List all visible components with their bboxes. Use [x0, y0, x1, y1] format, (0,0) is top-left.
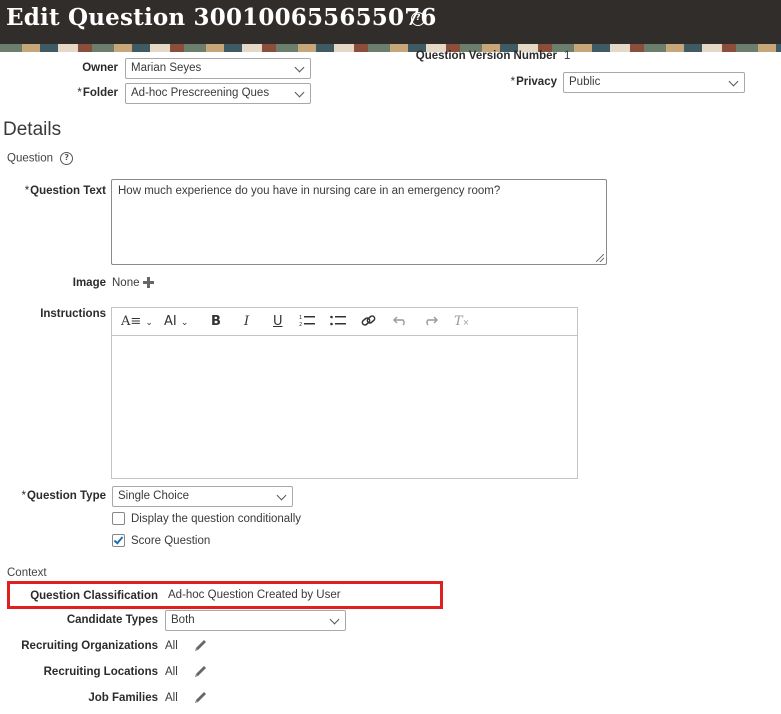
version-value: 1	[564, 50, 571, 62]
display-conditionally-checkbox[interactable]	[112, 512, 125, 525]
page-title: Edit Question 300100655655076	[6, 4, 437, 31]
owner-select[interactable]: Marian Seyes	[125, 58, 311, 79]
score-question-checkbox[interactable]	[112, 534, 125, 547]
plus-icon[interactable]	[142, 277, 154, 289]
question-type-value: Single Choice	[118, 490, 189, 502]
svg-text:1: 1	[299, 315, 302, 321]
image-value-row: None	[112, 277, 154, 289]
privacy-value: Public	[569, 76, 601, 88]
chevron-down-icon	[728, 76, 739, 87]
svg-text:2: 2	[299, 322, 302, 328]
image-value: None	[112, 277, 140, 289]
question-text-field[interactable]: How much experience do you have in nursi…	[111, 179, 607, 265]
chevron-down-icon	[294, 62, 305, 73]
help-icon[interactable]: ?	[60, 152, 74, 165]
job-families-value: All	[165, 692, 178, 704]
recruiting-locations-value: All	[165, 666, 178, 678]
question-classification-value: Ad-hoc Question Created by User	[168, 589, 341, 601]
owner-value: Marian Seyes	[131, 62, 202, 74]
owner-label: Owner	[82, 62, 118, 74]
candidate-types-value: Both	[171, 614, 195, 626]
recruiting-locations-label: Recruiting Locations	[43, 666, 158, 678]
folder-select[interactable]: Ad-hoc Prescreening Ques	[125, 83, 311, 104]
help-icon[interactable]: ?	[411, 12, 425, 26]
bulleted-list-icon[interactable]	[330, 314, 346, 332]
recruiting-organizations-label: Recruiting Organizations	[21, 640, 158, 652]
question-type-label: *Question Type	[21, 490, 106, 502]
privacy-label: *Privacy	[510, 76, 557, 88]
question-subsection-title: Question ?	[7, 152, 74, 165]
details-section-title: Details	[3, 119, 62, 140]
numbered-list-icon[interactable]: 12	[299, 314, 315, 332]
link-icon[interactable]	[361, 314, 376, 332]
italic-icon[interactable]: I	[244, 314, 249, 329]
display-conditionally-label: Display the question conditionally	[131, 513, 302, 525]
question-classification-label: Question Classification	[30, 590, 158, 602]
instructions-label: Instructions	[40, 308, 106, 320]
bold-icon[interactable]: B	[211, 314, 221, 329]
editor-toolbar: A≡ ⌄ AI ⌄ B I U 12 T×	[112, 308, 577, 336]
resize-handle-icon[interactable]	[596, 254, 604, 262]
underline-icon[interactable]: U	[273, 314, 283, 329]
folder-label: *Folder	[77, 87, 118, 99]
question-text-value: How much experience do you have in nursi…	[118, 185, 501, 197]
chevron-down-icon	[329, 614, 340, 625]
instructions-editor[interactable]: A≡ ⌄ AI ⌄ B I U 12 T×	[111, 307, 578, 479]
candidate-types-select[interactable]: Both	[165, 610, 346, 631]
font-size-button[interactable]: A≡ ⌄	[121, 314, 153, 329]
pencil-icon[interactable]	[193, 665, 209, 679]
score-question-label: Score Question	[131, 535, 211, 547]
font-family-button[interactable]: AI ⌄	[164, 314, 188, 329]
checkmark-icon	[113, 534, 124, 545]
pencil-icon[interactable]	[193, 691, 209, 705]
image-label: Image	[72, 277, 106, 289]
undo-icon[interactable]	[393, 314, 408, 330]
question-text-label: *Question Text	[24, 185, 106, 197]
recruiting-organizations-value: All	[165, 640, 178, 652]
context-section-title: Context	[7, 567, 47, 579]
folder-value: Ad-hoc Prescreening Ques	[131, 87, 270, 99]
chevron-down-icon	[294, 87, 305, 98]
chevron-down-icon	[276, 490, 287, 501]
clear-format-icon[interactable]: T×	[454, 314, 469, 329]
pencil-icon[interactable]	[193, 639, 209, 653]
privacy-select[interactable]: Public	[563, 72, 745, 93]
redo-icon[interactable]	[423, 314, 438, 330]
version-label: Question Version Number	[415, 50, 557, 62]
question-type-select[interactable]: Single Choice	[112, 486, 293, 507]
page-header: Edit Question 300100655655076 ?	[0, 0, 781, 44]
candidate-types-label: Candidate Types	[66, 614, 158, 626]
job-families-label: Job Families	[88, 692, 158, 704]
